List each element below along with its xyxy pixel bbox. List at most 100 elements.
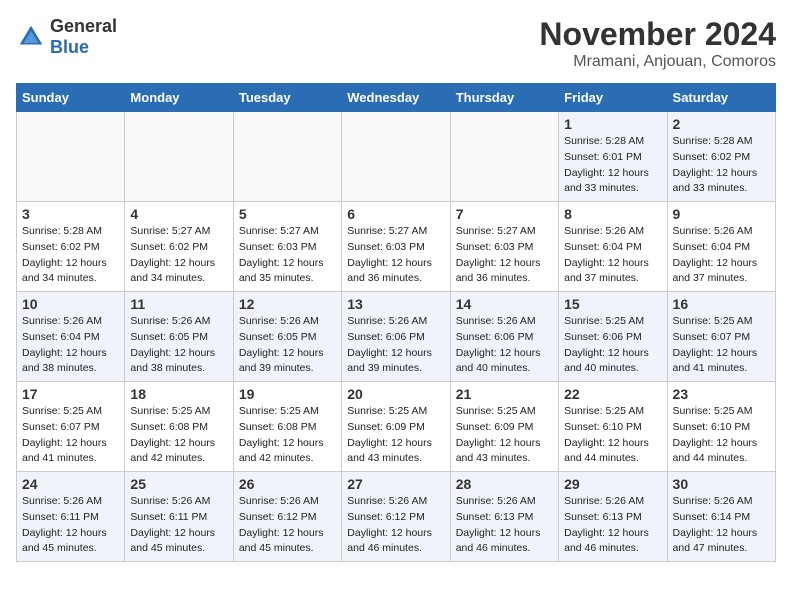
day-number: 17: [22, 386, 119, 402]
day-detail: Sunrise: 5:25 AM Sunset: 6:07 PM Dayligh…: [22, 404, 119, 467]
calendar-cell: [125, 112, 233, 202]
day-number: 7: [456, 206, 553, 222]
location-title: Mramani, Anjouan, Comoros: [539, 53, 776, 71]
day-number: 9: [673, 206, 770, 222]
day-number: 22: [564, 386, 661, 402]
day-detail: Sunrise: 5:25 AM Sunset: 6:10 PM Dayligh…: [564, 404, 661, 467]
day-detail: Sunrise: 5:27 AM Sunset: 6:03 PM Dayligh…: [456, 224, 553, 287]
col-header-sunday: Sunday: [17, 84, 125, 112]
calendar-cell: 29Sunrise: 5:26 AM Sunset: 6:13 PM Dayli…: [559, 472, 667, 562]
day-number: 20: [347, 386, 444, 402]
day-detail: Sunrise: 5:28 AM Sunset: 6:02 PM Dayligh…: [673, 134, 770, 197]
day-number: 3: [22, 206, 119, 222]
day-detail: Sunrise: 5:26 AM Sunset: 6:13 PM Dayligh…: [456, 494, 553, 557]
day-detail: Sunrise: 5:26 AM Sunset: 6:04 PM Dayligh…: [673, 224, 770, 287]
calendar-week-row: 1 Sunrise: 5:28 AM Sunset: 6:01 PM Daylig…: [17, 112, 776, 202]
calendar-cell: 15 Sunrise: 5:25 AM Sunset: 6:06 PM Dayli…: [559, 292, 667, 382]
day-number: 1: [564, 116, 661, 132]
day-detail: Sunrise: 5:25 AM Sunset: 6:10 PM Dayligh…: [673, 404, 770, 467]
calendar-cell: 30Sunrise: 5:26 AM Sunset: 6:14 PM Dayli…: [667, 472, 775, 562]
day-detail: Sunrise: 5:27 AM Sunset: 6:03 PM Dayligh…: [347, 224, 444, 287]
day-number: 27: [347, 476, 444, 492]
day-number: 19: [239, 386, 336, 402]
title-area: November 2024 Mramani, Anjouan, Comoros: [539, 16, 776, 71]
calendar-cell: 28 Sunrise: 5:26 AM Sunset: 6:13 PM Dayli…: [450, 472, 558, 562]
day-detail: Sunrise: 5:26 AM Sunset: 6:04 PM Dayligh…: [22, 314, 119, 377]
day-detail: Sunrise: 5:26 AM Sunset: 6:05 PM Dayligh…: [130, 314, 227, 377]
calendar-cell: 19 Sunrise: 5:25 AM Sunset: 6:08 PM Dayli…: [233, 382, 341, 472]
day-detail: Sunrise: 5:28 AM Sunset: 6:02 PM Dayligh…: [22, 224, 119, 287]
logo-text-blue: Blue: [50, 37, 89, 57]
day-detail: Sunrise: 5:26 AM Sunset: 6:13 PM Dayligh…: [564, 494, 661, 557]
calendar-cell: 18Sunrise: 5:25 AM Sunset: 6:08 PM Dayli…: [125, 382, 233, 472]
calendar-cell: 12 Sunrise: 5:26 AM Sunset: 6:05 PM Dayli…: [233, 292, 341, 382]
day-detail: Sunrise: 5:26 AM Sunset: 6:12 PM Dayligh…: [239, 494, 336, 557]
day-number: 8: [564, 206, 661, 222]
logo-icon: [16, 22, 46, 52]
day-detail: Sunrise: 5:25 AM Sunset: 6:08 PM Dayligh…: [239, 404, 336, 467]
day-number: 6: [347, 206, 444, 222]
day-number: 26: [239, 476, 336, 492]
day-number: 12: [239, 296, 336, 312]
calendar-cell: [233, 112, 341, 202]
calendar-cell: 2Sunrise: 5:28 AM Sunset: 6:02 PM Daylig…: [667, 112, 775, 202]
calendar-cell: 22 Sunrise: 5:25 AM Sunset: 6:10 PM Dayli…: [559, 382, 667, 472]
day-number: 11: [130, 296, 227, 312]
day-detail: Sunrise: 5:27 AM Sunset: 6:03 PM Dayligh…: [239, 224, 336, 287]
day-number: 25: [130, 476, 227, 492]
calendar-cell: 20 Sunrise: 5:25 AM Sunset: 6:09 PM Dayli…: [342, 382, 450, 472]
day-detail: Sunrise: 5:27 AM Sunset: 6:02 PM Dayligh…: [130, 224, 227, 287]
col-header-wednesday: Wednesday: [342, 84, 450, 112]
day-detail: Sunrise: 5:25 AM Sunset: 6:09 PM Dayligh…: [456, 404, 553, 467]
day-number: 24: [22, 476, 119, 492]
day-number: 16: [673, 296, 770, 312]
calendar-cell: 16 Sunrise: 5:25 AM Sunset: 6:07 PM Dayli…: [667, 292, 775, 382]
calendar-cell: 17 Sunrise: 5:25 AM Sunset: 6:07 PM Dayli…: [17, 382, 125, 472]
day-detail: Sunrise: 5:25 AM Sunset: 6:07 PM Dayligh…: [673, 314, 770, 377]
calendar-cell: 24 Sunrise: 5:26 AM Sunset: 6:11 PM Dayli…: [17, 472, 125, 562]
calendar-cell: 4 Sunrise: 5:27 AM Sunset: 6:02 PM Daylig…: [125, 202, 233, 292]
calendar-cell: 11 Sunrise: 5:26 AM Sunset: 6:05 PM Dayli…: [125, 292, 233, 382]
calendar-cell: 26 Sunrise: 5:26 AM Sunset: 6:12 PM Dayli…: [233, 472, 341, 562]
day-detail: Sunrise: 5:26 AM Sunset: 6:11 PM Dayligh…: [130, 494, 227, 557]
calendar-cell: 27 Sunrise: 5:26 AM Sunset: 6:12 PM Dayli…: [342, 472, 450, 562]
day-detail: Sunrise: 5:28 AM Sunset: 6:01 PM Dayligh…: [564, 134, 661, 197]
calendar-cell: 13Sunrise: 5:26 AM Sunset: 6:06 PM Dayli…: [342, 292, 450, 382]
calendar-cell: 5 Sunrise: 5:27 AM Sunset: 6:03 PM Daylig…: [233, 202, 341, 292]
calendar-cell: 9 Sunrise: 5:26 AM Sunset: 6:04 PM Daylig…: [667, 202, 775, 292]
calendar-week-row: 24 Sunrise: 5:26 AM Sunset: 6:11 PM Dayli…: [17, 472, 776, 562]
col-header-thursday: Thursday: [450, 84, 558, 112]
day-number: 10: [22, 296, 119, 312]
day-number: 4: [130, 206, 227, 222]
month-title: November 2024: [539, 16, 776, 53]
calendar-cell: 8Sunrise: 5:26 AM Sunset: 6:04 PM Daylig…: [559, 202, 667, 292]
col-header-tuesday: Tuesday: [233, 84, 341, 112]
day-number: 23: [673, 386, 770, 402]
day-detail: Sunrise: 5:26 AM Sunset: 6:11 PM Dayligh…: [22, 494, 119, 557]
day-detail: Sunrise: 5:26 AM Sunset: 6:12 PM Dayligh…: [347, 494, 444, 557]
calendar-table: SundayMondayTuesdayWednesdayThursdayFrid…: [16, 83, 776, 562]
day-number: 5: [239, 206, 336, 222]
calendar-header-row: SundayMondayTuesdayWednesdayThursdayFrid…: [17, 84, 776, 112]
day-number: 14: [456, 296, 553, 312]
calendar-cell: 21Sunrise: 5:25 AM Sunset: 6:09 PM Dayli…: [450, 382, 558, 472]
calendar-cell: 10 Sunrise: 5:26 AM Sunset: 6:04 PM Dayli…: [17, 292, 125, 382]
day-detail: Sunrise: 5:25 AM Sunset: 6:06 PM Dayligh…: [564, 314, 661, 377]
day-detail: Sunrise: 5:26 AM Sunset: 6:05 PM Dayligh…: [239, 314, 336, 377]
day-detail: Sunrise: 5:25 AM Sunset: 6:09 PM Dayligh…: [347, 404, 444, 467]
logo-text-general: General: [50, 16, 117, 36]
day-number: 28: [456, 476, 553, 492]
calendar-cell: 14 Sunrise: 5:26 AM Sunset: 6:06 PM Dayli…: [450, 292, 558, 382]
day-number: 15: [564, 296, 661, 312]
page-header: General Blue November 2024 Mramani, Anjo…: [16, 16, 776, 71]
col-header-monday: Monday: [125, 84, 233, 112]
calendar-week-row: 3 Sunrise: 5:28 AM Sunset: 6:02 PM Daylig…: [17, 202, 776, 292]
calendar-cell: [450, 112, 558, 202]
col-header-saturday: Saturday: [667, 84, 775, 112]
day-detail: Sunrise: 5:26 AM Sunset: 6:06 PM Dayligh…: [456, 314, 553, 377]
calendar-cell: 23 Sunrise: 5:25 AM Sunset: 6:10 PM Dayli…: [667, 382, 775, 472]
calendar-cell: 7 Sunrise: 5:27 AM Sunset: 6:03 PM Daylig…: [450, 202, 558, 292]
calendar-cell: 1 Sunrise: 5:28 AM Sunset: 6:01 PM Daylig…: [559, 112, 667, 202]
day-number: 13: [347, 296, 444, 312]
calendar-week-row: 17 Sunrise: 5:25 AM Sunset: 6:07 PM Dayli…: [17, 382, 776, 472]
